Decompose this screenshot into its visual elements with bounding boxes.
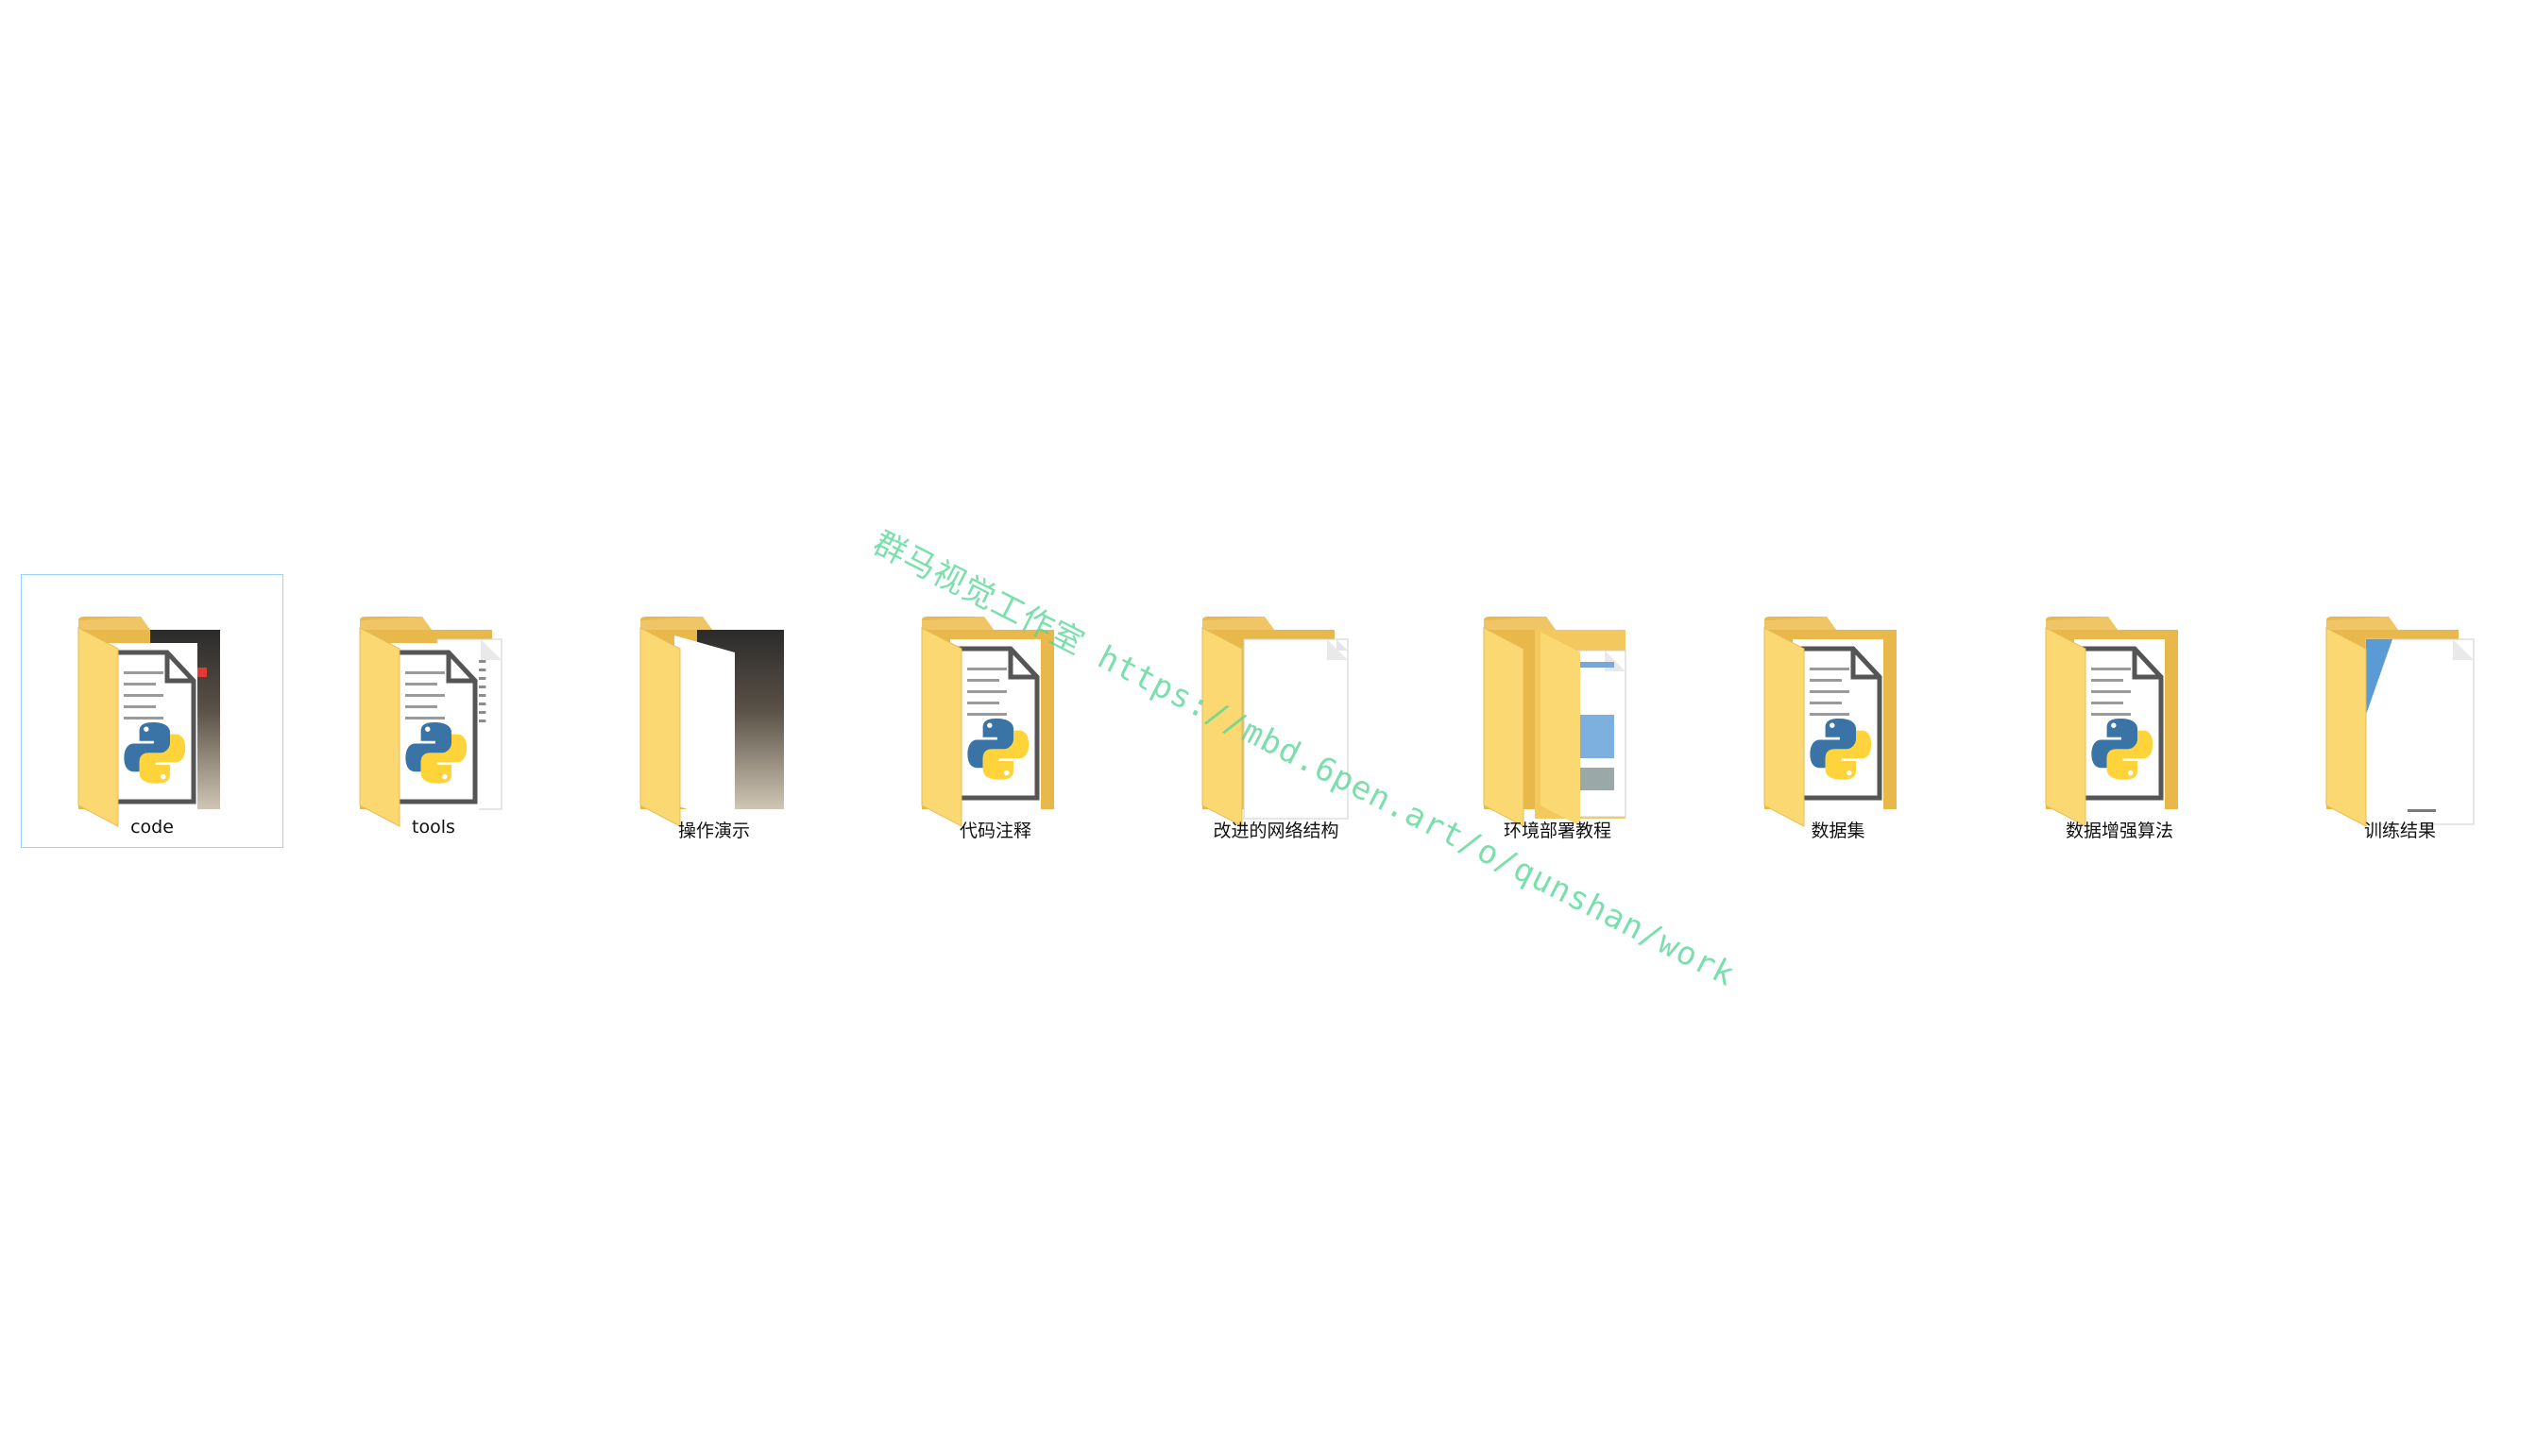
folder-icon [77,617,220,827]
folder-item[interactable]: 操作演示 [583,574,845,848]
folder-icon [69,601,239,827]
folder-grid: code tools 操作演示 代码注释 改进的网络结构 环境部署教程 数据集 … [21,574,2495,848]
folder-icon [1474,601,1644,827]
folder-item[interactable]: tools [302,574,565,848]
folder-icon [631,601,801,827]
folder-label: 训练结果 [2363,821,2436,841]
folder-icon [1201,617,1349,827]
folder-label: 数据增强算法 [2065,821,2173,841]
folder-item[interactable]: 数据增强算法 [1988,574,2251,848]
folder-label: 环境部署教程 [1503,821,1611,841]
folder-item[interactable]: 训练结果 [2269,574,2531,848]
folder-icon [2325,617,2475,827]
folder-icon [1483,617,1626,827]
folder-item[interactable]: 数据集 [1707,574,1969,848]
folder-item[interactable]: 环境部署教程 [1426,574,1689,848]
folder-label: 代码注释 [959,821,1031,841]
folder-icon [1763,617,1897,827]
folder-icon [2317,601,2487,827]
folder-icon [350,601,520,827]
folder-icon [639,617,784,827]
folder-icon [1755,601,1925,827]
folder-label: tools [412,817,455,838]
folder-icon [912,601,1082,827]
folder-icon [2036,601,2206,827]
folder-label: 数据集 [1811,821,1865,841]
folder-label: code [130,817,174,838]
folder-item[interactable]: 代码注释 [864,574,1127,848]
folder-icon [1193,601,1363,827]
folder-label: 操作演示 [677,821,750,841]
folder-label: 改进的网络结构 [1213,821,1339,841]
folder-icon [921,617,1054,827]
folder-icon [2045,617,2178,827]
folder-item[interactable]: 改进的网络结构 [1145,574,1407,848]
folder-icon [359,617,502,827]
folder-item[interactable]: code [21,574,283,848]
file-explorer-view: code tools 操作演示 代码注释 改进的网络结构 环境部署教程 数据集 … [0,0,2536,1456]
